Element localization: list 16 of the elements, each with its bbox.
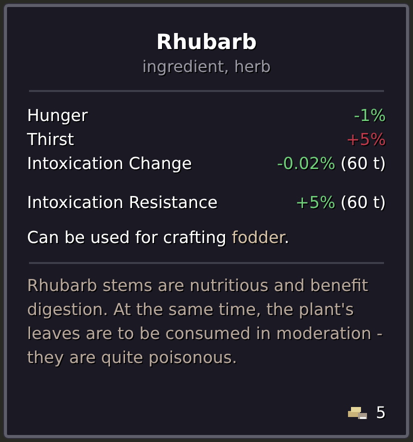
item-title: Rhubarb	[156, 29, 257, 55]
price: 5	[376, 402, 386, 424]
stat-duration: (60 t)	[340, 152, 386, 175]
stat-label: Hunger	[27, 104, 88, 127]
item-description: Rhubarb stems are nutritious and benefit digestion. At the same time, the plant's leaves are to be consumed in moderation - they are quite poisonous.	[27, 275, 384, 369]
stat-value: +5%	[295, 192, 336, 214]
stat-value: +5%	[346, 128, 386, 151]
crafting-note: Can be used for crafting fodder.	[27, 227, 290, 249]
stat-value: -0.02%	[277, 152, 336, 175]
stat-label: Intoxication Change	[27, 152, 192, 175]
coins-icon	[348, 406, 368, 420]
stat-label: Intoxication Resistance	[27, 192, 218, 214]
stat-label: Thirst	[27, 128, 74, 151]
item-tags: ingredient, herb	[142, 56, 271, 78]
stat-value: -1%	[354, 104, 386, 127]
stat-duration: (60 t)	[340, 192, 386, 214]
